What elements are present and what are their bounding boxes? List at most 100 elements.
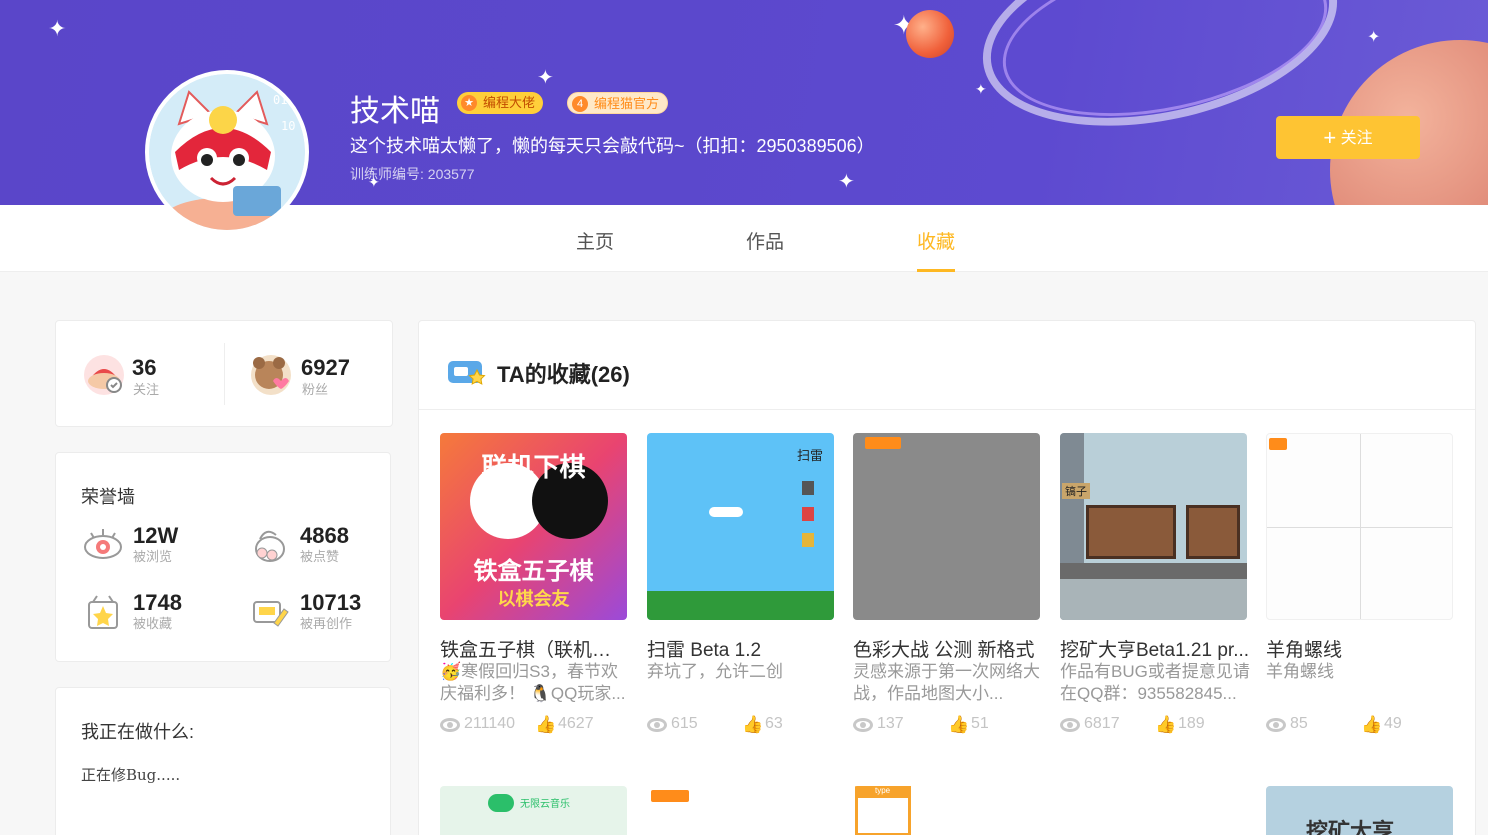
floor	[1060, 579, 1247, 620]
work-stats: 211140 👍 4627	[440, 715, 630, 737]
thumbs-up-icon: 👍	[1155, 715, 1177, 734]
views-label: 被浏览	[133, 549, 173, 564]
work-card[interactable]	[647, 786, 834, 835]
view-count: 211140	[464, 715, 516, 732]
thumb-text: 镐子	[1062, 483, 1090, 499]
work-thumbnail[interactable]: type	[853, 786, 1040, 835]
thumb-text: 挖矿大亨	[1306, 819, 1395, 835]
work-thumbnail[interactable]	[1266, 433, 1453, 620]
block	[802, 533, 814, 547]
ground	[647, 591, 834, 620]
tab-favorites[interactable]: 收藏	[917, 227, 955, 254]
eye-icon	[647, 718, 667, 732]
crown-icon: ★	[461, 95, 477, 111]
cat-avatar-icon: 01 10	[149, 74, 305, 230]
badge-official-label: 编程猫官方	[594, 96, 660, 111]
following-count: 36	[132, 355, 157, 380]
mine-cart	[1186, 505, 1240, 559]
eye-icon	[440, 718, 460, 732]
work-title[interactable]: 色彩大战 公测 新格式	[853, 635, 1043, 662]
like-count: 49	[1384, 715, 1402, 732]
work-description: 羊角螺线	[1266, 662, 1334, 681]
work-stats: 6817 👍 189	[1060, 715, 1250, 737]
thumb-text: 无限云音乐	[520, 799, 570, 810]
level-icon: 4	[572, 96, 588, 112]
badge-expert-label: 编程大佬	[483, 95, 536, 110]
work-title[interactable]: 铁盒五子棋（联机下棋...	[440, 635, 630, 662]
eye-icon	[83, 525, 123, 565]
status-title: 我正在做什么:	[81, 722, 195, 742]
work-thumbnail[interactable]	[853, 433, 1040, 620]
sparkle-icon: ✦	[838, 171, 855, 193]
tab-home[interactable]: 主页	[576, 227, 614, 254]
favorites-title: TA的收藏(26)	[497, 362, 630, 387]
honor-wall-title: 荣誉墙	[81, 487, 135, 507]
work-thumbnail[interactable]: 镐子	[1060, 433, 1247, 620]
work-stats: 137 👍 51	[853, 715, 1043, 737]
sparkle-icon: ✦	[537, 67, 554, 89]
work-description: 灵感来源于第一次网络大战，作品地图大小...	[853, 662, 1040, 703]
work-card[interactable]: 挖矿大亨	[1266, 786, 1453, 835]
eye-icon	[1060, 718, 1080, 732]
view-count: 6817	[1084, 715, 1120, 732]
thumb-text: 铁盒五子棋	[473, 558, 594, 585]
rail	[1060, 563, 1247, 579]
badge-official: 4 编程猫官方	[567, 92, 669, 114]
plus-icon: +	[1323, 125, 1337, 150]
view-count: 85	[1290, 715, 1308, 732]
y-axis	[1360, 434, 1361, 619]
honor-wall-card: 荣誉墙 12W 被浏览 4868 被点赞 1748 被收藏 10713 被再创作	[55, 452, 391, 662]
profile-name: 技术喵	[350, 95, 440, 128]
eye-icon	[853, 718, 873, 732]
work-card[interactable]: type	[853, 786, 1040, 835]
favorites-label: 被收藏	[133, 616, 173, 631]
fans-label: 粉丝	[302, 382, 329, 397]
fans-count: 6927	[301, 355, 350, 380]
music-app-logo	[488, 794, 514, 812]
collection-icon	[447, 358, 486, 385]
work-card[interactable]: 无限云音乐	[440, 786, 627, 835]
block	[802, 481, 814, 495]
work-stats: 615 👍 63	[647, 715, 837, 737]
fans-icon	[251, 355, 291, 395]
work-title[interactable]: 羊角螺线	[1266, 635, 1456, 662]
thumb-text: 扫雷	[797, 448, 824, 463]
variable-tag	[865, 437, 901, 449]
view-count: 137	[877, 715, 904, 732]
following-icon	[84, 355, 124, 395]
profile-bio: 这个技术喵太懒了，懒的每天只会敲代码~（扣扣：2950389506）	[350, 136, 875, 156]
tab-works[interactable]: 作品	[746, 227, 784, 254]
paw-icon	[250, 525, 290, 565]
work-thumbnail[interactable]: 挖矿大亨	[1266, 786, 1453, 835]
social-stats-card: 36 关注 6927 粉丝	[55, 320, 393, 427]
following-label: 关注	[133, 382, 160, 397]
sparkle-icon: ✦	[975, 81, 987, 97]
variable-tag	[1269, 438, 1287, 450]
planet-decoration	[906, 10, 954, 58]
work-title[interactable]: 扫雷 Beta 1.2	[647, 635, 837, 662]
cloud-decoration	[709, 507, 743, 517]
trainer-id: 训练师编号: 203577	[350, 166, 475, 182]
work-thumbnail[interactable]: 扫雷	[647, 433, 834, 620]
thumbs-up-icon: 👍	[1361, 715, 1383, 734]
view-count: 615	[671, 715, 698, 732]
thumbs-up-icon: 👍	[535, 715, 557, 734]
badge-expert: ★ 编程大佬	[457, 92, 544, 114]
status-text: 正在修Bug.....	[81, 766, 181, 784]
like-count: 4627	[558, 715, 594, 732]
thumb-text: 以棋会友	[497, 589, 570, 609]
block	[802, 507, 814, 521]
like-count: 189	[1178, 715, 1205, 732]
svg-text:10: 10	[281, 119, 295, 133]
work-thumbnail[interactable]: 无限云音乐	[440, 786, 627, 835]
follow-button-label: 关注	[1340, 130, 1373, 147]
thumb-text: type	[875, 786, 891, 795]
thumbs-up-icon: 👍	[742, 715, 764, 734]
svg-text:01: 01	[273, 93, 287, 107]
follow-button[interactable]: + 关注	[1276, 116, 1420, 159]
work-thumbnail[interactable]: 联机下棋 铁盒五子棋 以棋会友	[440, 433, 627, 620]
remix-label: 被再创作	[300, 616, 353, 631]
work-title[interactable]: 挖矿大亨Beta1.21 pr...	[1060, 635, 1250, 662]
avatar[interactable]: 01 10	[145, 70, 309, 234]
work-thumbnail[interactable]	[647, 786, 834, 835]
